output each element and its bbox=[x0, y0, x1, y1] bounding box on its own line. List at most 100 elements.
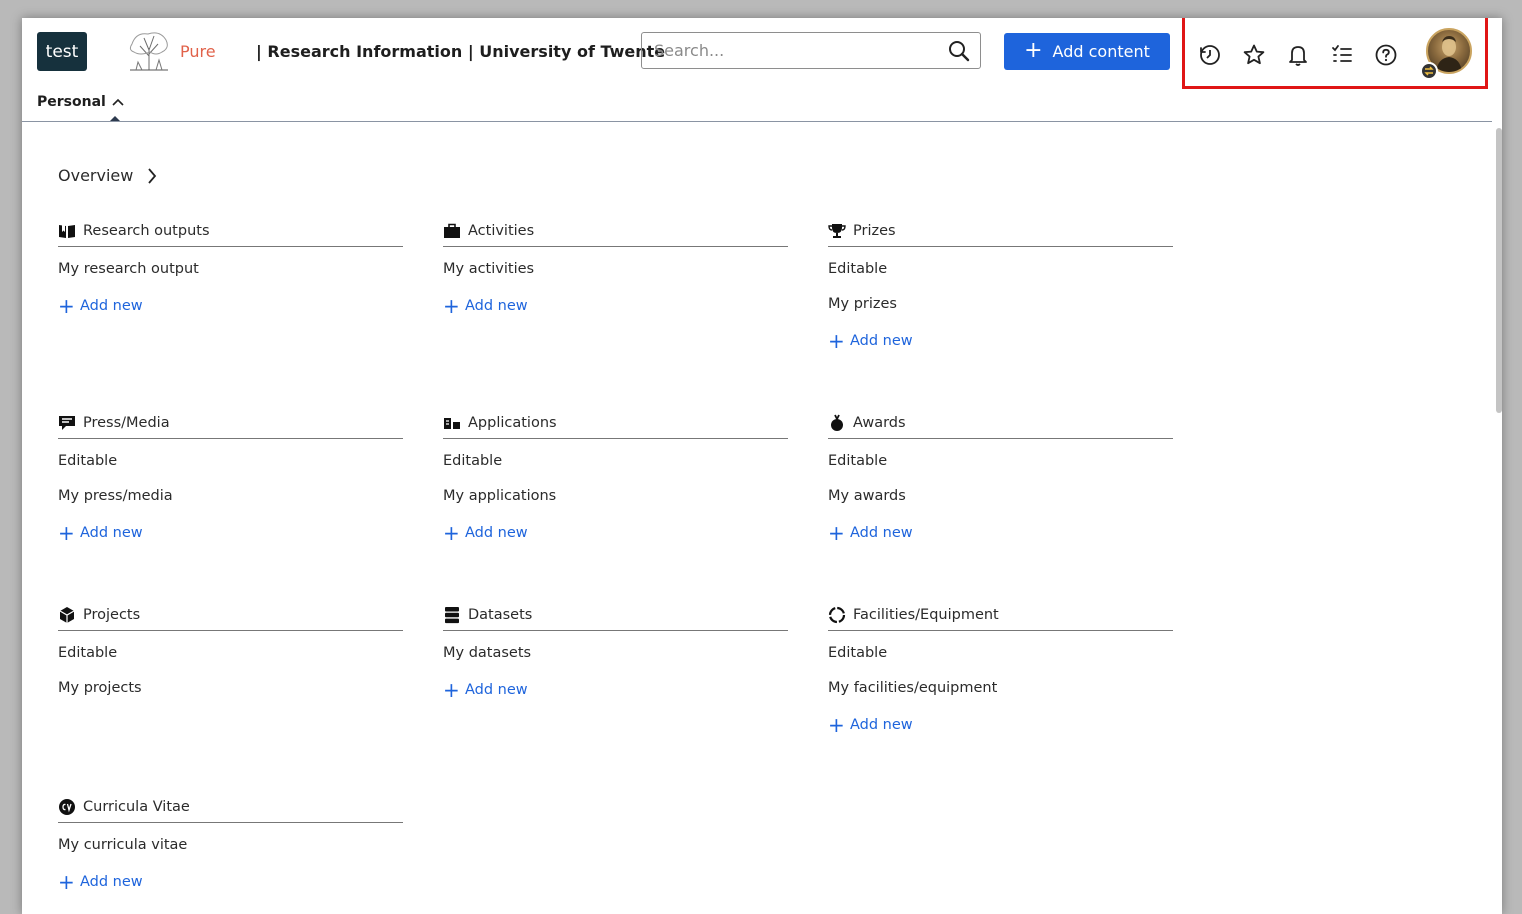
section-activities: Activities My activities + Add new bbox=[443, 216, 788, 317]
plus-icon: + bbox=[828, 521, 845, 545]
cube-icon bbox=[58, 606, 76, 624]
add-new-label: Add new bbox=[465, 298, 528, 314]
add-new-label: Add new bbox=[465, 525, 528, 541]
award-icon bbox=[828, 414, 846, 432]
section-projects: Projects Editable My projects bbox=[58, 600, 403, 699]
plus-icon: + bbox=[443, 678, 460, 702]
section-title: Curricula Vitae bbox=[83, 799, 190, 815]
bell-icon[interactable] bbox=[1285, 42, 1311, 68]
editable-applications-link[interactable]: Editable bbox=[443, 450, 788, 472]
editable-awards-link[interactable]: Editable bbox=[828, 450, 1173, 472]
editable-facilities-link[interactable]: Editable bbox=[828, 642, 1173, 664]
site-title: | Research Information | University of T… bbox=[256, 42, 666, 61]
task-list-icon[interactable] bbox=[1329, 42, 1355, 68]
add-new-research-output-button[interactable]: + Add new bbox=[58, 295, 403, 317]
editable-prizes-link[interactable]: Editable bbox=[828, 258, 1173, 280]
add-new-label: Add new bbox=[80, 298, 143, 314]
section-title: Applications bbox=[468, 415, 557, 431]
add-new-label: Add new bbox=[850, 333, 913, 349]
add-new-prize-button[interactable]: + Add new bbox=[828, 330, 1173, 352]
logo-text: test bbox=[45, 41, 79, 62]
section-header: Research outputs bbox=[58, 216, 403, 247]
switch-user-icon[interactable] bbox=[1420, 62, 1438, 80]
search-input[interactable] bbox=[652, 40, 946, 61]
section-header: Awards bbox=[828, 408, 1173, 439]
my-awards-link[interactable]: My awards bbox=[828, 485, 1173, 507]
active-tab-indicator bbox=[110, 116, 120, 121]
section-header: Press/Media bbox=[58, 408, 403, 439]
section-facilities-equipment: Facilities/Equipment Editable My facilit… bbox=[828, 600, 1173, 736]
press-icon bbox=[58, 414, 76, 432]
chevron-right-icon bbox=[148, 167, 157, 184]
app-window: test Pure | Research Information | Unive… bbox=[22, 18, 1502, 914]
my-applications-link[interactable]: My applications bbox=[443, 485, 788, 507]
section-title: Datasets bbox=[468, 607, 533, 623]
plus-icon: + bbox=[58, 870, 75, 894]
pure-brand-text: Pure bbox=[180, 42, 216, 61]
add-new-label: Add new bbox=[80, 525, 143, 541]
overview-label: Overview bbox=[58, 166, 134, 185]
star-icon[interactable] bbox=[1241, 42, 1267, 68]
scrollbar[interactable] bbox=[1496, 128, 1502, 413]
briefcase-icon bbox=[443, 222, 461, 240]
history-icon[interactable] bbox=[1197, 42, 1223, 68]
section-header: Datasets bbox=[443, 600, 788, 631]
section-press-media: Press/Media Editable My press/media + Ad… bbox=[58, 408, 403, 544]
section-curricula-vitae: Curricula Vitae My curricula vitae + Add… bbox=[58, 792, 403, 893]
section-header: Applications bbox=[443, 408, 788, 439]
search-box bbox=[641, 32, 981, 69]
add-new-facility-button[interactable]: + Add new bbox=[828, 714, 1173, 736]
my-datasets-link[interactable]: My datasets bbox=[443, 642, 788, 664]
editable-projects-link[interactable]: Editable bbox=[58, 642, 403, 664]
add-content-button[interactable]: + Add content bbox=[1004, 33, 1170, 70]
section-datasets: Datasets My datasets + Add new bbox=[443, 600, 788, 701]
my-press-media-link[interactable]: My press/media bbox=[58, 485, 403, 507]
my-activities-link[interactable]: My activities bbox=[443, 258, 788, 280]
help-icon[interactable] bbox=[1373, 42, 1399, 68]
plus-icon: + bbox=[828, 329, 845, 353]
add-new-label: Add new bbox=[850, 717, 913, 733]
add-new-press-media-button[interactable]: + Add new bbox=[58, 522, 403, 544]
section-header: Curricula Vitae bbox=[58, 792, 403, 823]
plus-icon: + bbox=[828, 713, 845, 737]
personal-label: Personal bbox=[37, 94, 106, 110]
plus-icon: + bbox=[1024, 37, 1043, 63]
add-new-dataset-button[interactable]: + Add new bbox=[443, 679, 788, 701]
add-new-cv-button[interactable]: + Add new bbox=[58, 871, 403, 893]
my-facilities-equipment-link[interactable]: My facilities/equipment bbox=[828, 677, 1173, 699]
test-logo[interactable]: test bbox=[37, 32, 87, 71]
editable-press-media-link[interactable]: Editable bbox=[58, 450, 403, 472]
add-new-activity-button[interactable]: + Add new bbox=[443, 295, 788, 317]
nav-divider bbox=[22, 121, 1492, 122]
add-new-label: Add new bbox=[80, 874, 143, 890]
overview-link[interactable]: Overview bbox=[58, 166, 157, 185]
chevron-up-icon bbox=[112, 98, 124, 106]
add-new-application-button[interactable]: + Add new bbox=[443, 522, 788, 544]
section-title: Awards bbox=[853, 415, 906, 431]
pure-tree-logo-icon bbox=[129, 32, 168, 71]
section-title: Activities bbox=[468, 223, 535, 239]
section-title: Projects bbox=[83, 607, 141, 623]
section-applications: Applications Editable My applications + … bbox=[443, 408, 788, 544]
my-research-output-link[interactable]: My research output bbox=[58, 258, 403, 280]
my-prizes-link[interactable]: My prizes bbox=[828, 293, 1173, 315]
section-header: Projects bbox=[58, 600, 403, 631]
search-icon[interactable] bbox=[948, 40, 970, 62]
equipment-icon bbox=[828, 606, 846, 624]
trophy-icon bbox=[828, 222, 846, 240]
my-curricula-vitae-link[interactable]: My curricula vitae bbox=[58, 834, 403, 856]
section-title: Facilities/Equipment bbox=[853, 607, 999, 623]
tab-personal[interactable]: Personal bbox=[37, 94, 124, 110]
cv-icon bbox=[58, 798, 76, 816]
plus-icon: + bbox=[443, 294, 460, 318]
my-projects-link[interactable]: My projects bbox=[58, 677, 403, 699]
section-title: Prizes bbox=[853, 223, 896, 239]
add-new-label: Add new bbox=[850, 525, 913, 541]
add-new-award-button[interactable]: + Add new bbox=[828, 522, 1173, 544]
section-header: Facilities/Equipment bbox=[828, 600, 1173, 631]
section-header: Activities bbox=[443, 216, 788, 247]
section-research-outputs: Research outputs My research output + Ad… bbox=[58, 216, 403, 317]
database-icon bbox=[443, 606, 461, 624]
section-awards: Awards Editable My awards + Add new bbox=[828, 408, 1173, 544]
book-icon bbox=[58, 222, 76, 240]
